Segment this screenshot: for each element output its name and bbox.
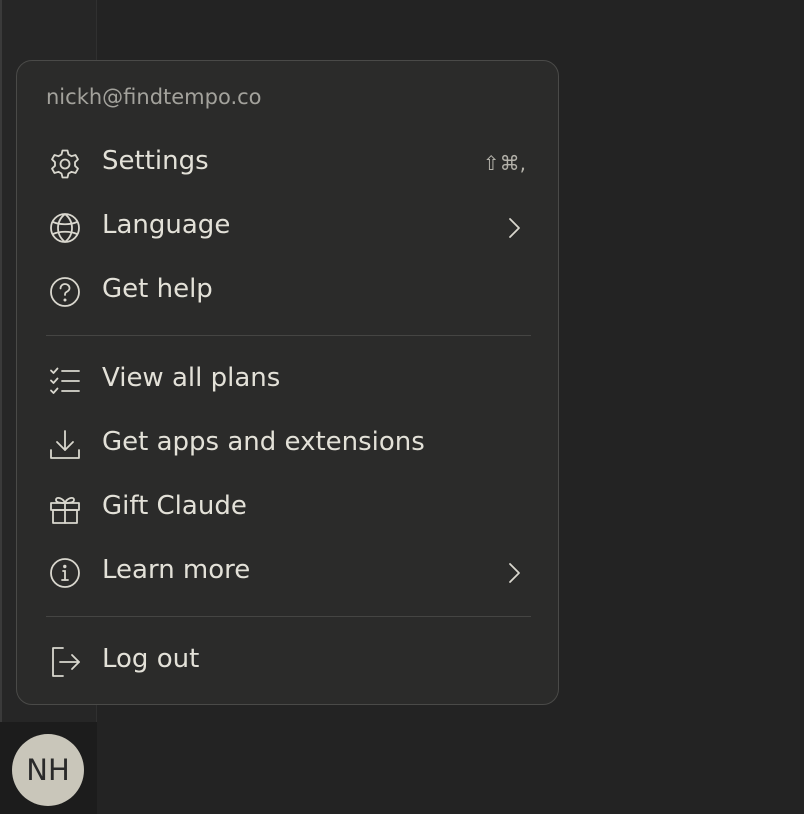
menu-item-label: View all plans (102, 363, 281, 393)
menu-item-label: Settings (102, 146, 209, 176)
menu-divider (46, 616, 531, 617)
menu-item-label: Learn more (102, 555, 251, 585)
avatar[interactable]: NH (12, 734, 84, 806)
gear-icon (48, 147, 82, 181)
keyboard-shortcut: ⇧⌘, (482, 151, 526, 175)
menu-item-language[interactable]: Language (17, 199, 558, 255)
menu-item-label: Gift Claude (102, 491, 247, 521)
menu-item-view-all-plans[interactable]: View all plans (17, 352, 558, 408)
info-circle-icon (48, 556, 82, 590)
gift-icon (48, 492, 82, 526)
menu-item-get-apps[interactable]: Get apps and extensions (17, 416, 558, 472)
checklist-icon (48, 364, 82, 398)
download-icon (48, 428, 82, 462)
question-circle-icon (48, 275, 82, 309)
user-menu: nickh@findtempo.co Settings ⇧⌘, Language (16, 60, 559, 705)
menu-item-learn-more[interactable]: Learn more (17, 544, 558, 600)
menu-item-get-help[interactable]: Get help (17, 263, 558, 319)
menu-divider (46, 335, 531, 336)
menu-item-label: Log out (102, 644, 200, 674)
window-edge (0, 0, 2, 814)
user-email: nickh@findtempo.co (46, 85, 262, 109)
menu-item-label: Get help (102, 274, 213, 304)
chevron-right-icon (509, 563, 520, 583)
logout-icon (48, 645, 82, 679)
globe-icon (48, 211, 82, 245)
menu-item-gift-claude[interactable]: Gift Claude (17, 480, 558, 536)
chevron-right-icon (509, 218, 520, 238)
menu-item-label: Language (102, 210, 231, 240)
menu-item-label: Get apps and extensions (102, 427, 425, 457)
menu-item-log-out[interactable]: Log out (17, 633, 558, 689)
menu-item-settings[interactable]: Settings ⇧⌘, (17, 135, 558, 191)
